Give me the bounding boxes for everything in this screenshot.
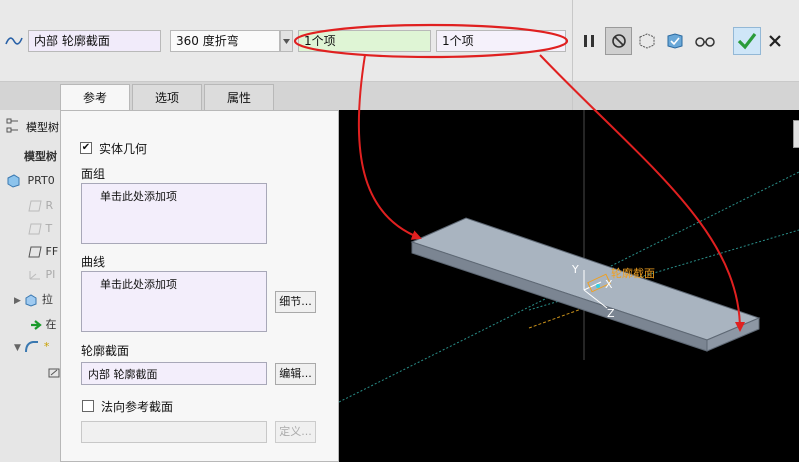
tab-options[interactable]: 选项	[132, 84, 202, 110]
quilt-collector[interactable]: 单击此处添加项	[81, 183, 267, 244]
sketch-item-icon[interactable]	[48, 366, 60, 380]
tab-references[interactable]: 参考	[60, 84, 130, 111]
insert-arrow-icon	[31, 320, 42, 330]
normal-reference-checkbox[interactable]	[82, 400, 94, 412]
datum-plane-icon	[28, 223, 42, 235]
datum-plane-icon	[28, 246, 42, 258]
normal-reference-field[interactable]	[81, 421, 267, 443]
tree-item-datum-plane-2[interactable]: T	[28, 222, 52, 242]
profile-section-label: 轮廓截面	[81, 344, 130, 358]
references-panel: ✔ 实体几何 面组 单击此处添加项 曲线 单击此处添加项 细节... 轮廓截面 …	[60, 110, 339, 462]
quilt-label: 面组	[81, 167, 106, 181]
tab-properties[interactable]: 属性	[204, 84, 274, 110]
pause-icon[interactable]	[578, 29, 600, 53]
tree-item-csys[interactable]: PI	[28, 268, 55, 288]
tree-subheader: 模型树	[24, 150, 57, 163]
extrude-icon	[25, 294, 37, 307]
sketch-icon[interactable]	[4, 30, 24, 52]
part-icon	[7, 174, 20, 188]
collapse-arrow-icon[interactable]: ▼	[14, 343, 21, 353]
curves-collector[interactable]: 单击此处添加项	[81, 271, 267, 332]
normal-reference-label: 法向参考截面	[101, 400, 174, 414]
tree-item-extrude[interactable]: ▶ 拉	[14, 291, 53, 311]
plate-top-face[interactable]	[410, 217, 761, 341]
details-button[interactable]: 细节...	[275, 291, 316, 313]
cancel-x-icon[interactable]	[764, 29, 786, 53]
tree-item-part[interactable]: PRT0	[6, 174, 55, 194]
solid-geometry-checkbox[interactable]: ✔	[80, 142, 92, 154]
model-view: Y X Z 轮廓截面	[339, 110, 799, 403]
quilt-placeholder: 单击此处添加项	[100, 190, 177, 203]
bend-axis-reference-field[interactable]: 1个项	[298, 30, 431, 52]
bend-feature-icon	[25, 341, 39, 353]
curves-placeholder: 单击此处添加项	[100, 278, 177, 291]
bend-type-select[interactable]: 360 度折弯	[170, 30, 280, 52]
model-tree: 模型树 模型树 PRT0 R T FF PI ▶ 拉 在 ▼ *	[0, 110, 60, 462]
tree-layout-icon[interactable]	[6, 118, 20, 134]
glasses-icon[interactable]	[692, 29, 718, 53]
profile-section-field[interactable]: 内部 轮廓截面	[81, 362, 267, 385]
tree-item-bend[interactable]: ▼ *	[14, 340, 49, 360]
datum-plane-icon	[28, 200, 42, 212]
angle-reference-field[interactable]: 1个项	[436, 30, 566, 52]
tree-header: 模型树	[26, 121, 59, 134]
verify-icon[interactable]	[664, 29, 686, 53]
axis-label-z: Z	[607, 307, 615, 320]
viewport-side-tab[interactable]	[793, 120, 799, 148]
dropdown-icon[interactable]	[280, 30, 293, 52]
ok-check-icon[interactable]	[733, 27, 761, 55]
solid-geometry-label: 实体几何	[99, 142, 148, 156]
no-preview-icon[interactable]	[605, 27, 632, 55]
toolbar-divider	[572, 0, 573, 110]
tree-item-datum-plane-3[interactable]: FF	[28, 245, 58, 265]
define-button[interactable]: 定义...	[275, 421, 316, 443]
geometry-preview-icon[interactable]	[636, 29, 658, 53]
csys-icon	[29, 271, 40, 280]
axis-label-y: Y	[571, 263, 579, 276]
graphics-window[interactable]: Y X Z 轮廓截面	[339, 110, 799, 462]
sketch-section-field[interactable]: 内部 轮廓截面	[28, 30, 161, 52]
tree-item-insert-here[interactable]: 在	[30, 316, 57, 336]
section-label: 轮廓截面	[611, 266, 655, 280]
tree-item-datum-plane-1[interactable]: R	[28, 199, 53, 219]
expand-arrow-icon[interactable]: ▶	[14, 296, 21, 306]
edit-button[interactable]: 编辑...	[275, 363, 316, 385]
feature-dashboard: 内部 轮廓截面 360 度折弯 1个项 1个项	[0, 0, 799, 110]
curves-label: 曲线	[81, 255, 106, 269]
section-point	[596, 284, 600, 288]
